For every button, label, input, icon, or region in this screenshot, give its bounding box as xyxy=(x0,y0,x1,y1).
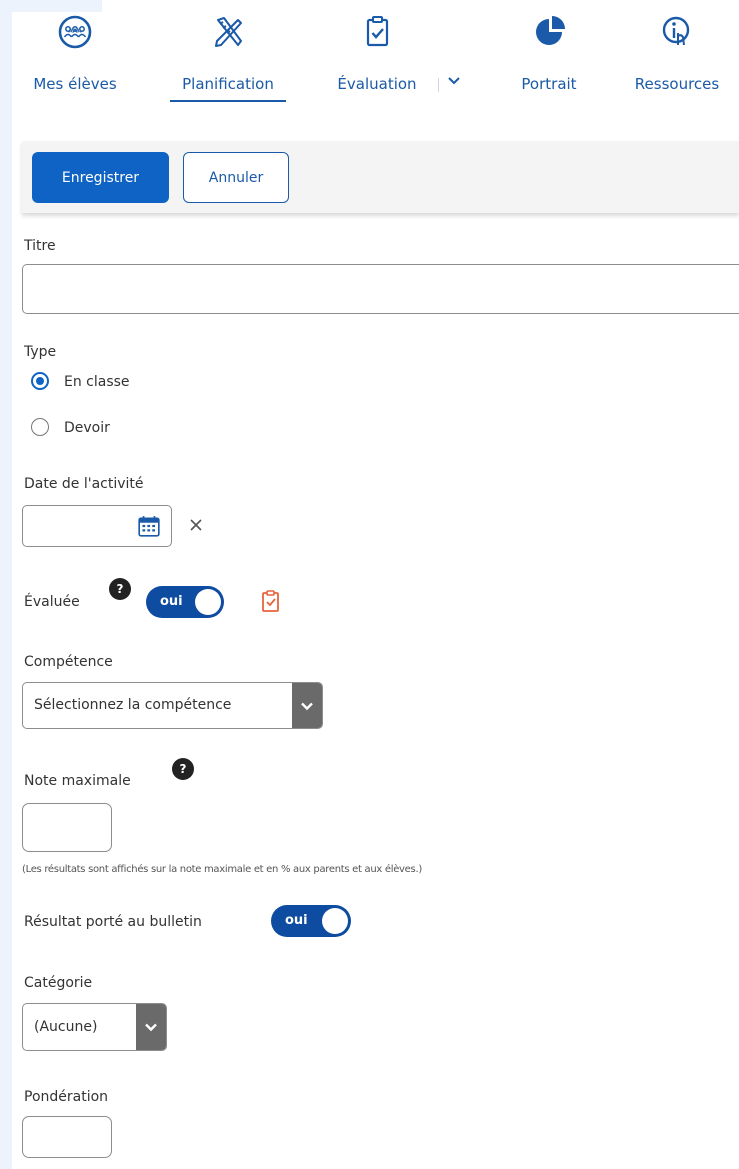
max-grade-help-icon[interactable]: ? xyxy=(172,758,194,780)
radio-en-classe[interactable] xyxy=(31,372,49,390)
nav-item-portrait[interactable]: Portrait xyxy=(506,0,592,110)
type-label: Type xyxy=(24,344,57,360)
toggle-label: oui xyxy=(285,913,308,928)
competence-select-button[interactable] xyxy=(292,683,322,728)
competence-select[interactable]: Sélectionnez la compétence xyxy=(22,682,323,729)
students-icon: ᴬᴬᴬ xyxy=(58,15,92,49)
close-icon[interactable] xyxy=(189,518,203,532)
cancel-button[interactable]: Annuler xyxy=(183,152,289,203)
max-grade-hint: (Les résultats sont affichés sur la note… xyxy=(22,864,422,875)
toggle-knob xyxy=(195,589,221,615)
evaluated-help-icon[interactable]: ? xyxy=(109,578,131,600)
clipboard-check-icon[interactable] xyxy=(260,589,282,613)
title-input[interactable] xyxy=(22,264,739,314)
title-label: Titre xyxy=(24,238,56,254)
radio-devoir[interactable] xyxy=(31,418,49,436)
nav-label: Planification xyxy=(182,75,274,93)
radio-en-classe-label[interactable]: En classe xyxy=(64,374,130,390)
category-label: Catégorie xyxy=(24,975,93,991)
weight-label: Pondération xyxy=(24,1089,109,1105)
nav-label: Portrait xyxy=(521,75,577,93)
nav-separator xyxy=(438,78,439,92)
category-select[interactable]: (Aucune) xyxy=(22,1003,167,1051)
pencil-ruler-icon xyxy=(215,17,242,47)
nav-label: Ressources xyxy=(634,75,720,93)
competence-label: Compétence xyxy=(24,654,113,670)
nav-item-mes-eleves[interactable]: ᴬᴬᴬ Mes élèves xyxy=(22,0,128,110)
category-select-value: (Aucune) xyxy=(34,1019,98,1035)
category-select-button[interactable] xyxy=(136,1004,166,1050)
toggle-knob xyxy=(322,908,348,934)
clipboard-check-icon xyxy=(366,16,389,47)
active-tab-indicator xyxy=(170,100,286,102)
left-panel-edge xyxy=(0,0,12,1169)
radio-devoir-label[interactable]: Devoir xyxy=(64,420,110,436)
nav-label: Mes élèves xyxy=(33,75,117,93)
evaluated-label: Évaluée xyxy=(24,594,80,610)
chevron-down-icon xyxy=(145,1023,157,1032)
chevron-down-icon xyxy=(301,702,313,711)
weight-input[interactable] xyxy=(22,1116,112,1158)
nav-item-ressources[interactable]: Ressources xyxy=(622,0,732,110)
report-toggle[interactable]: oui xyxy=(271,905,351,937)
toggle-label: oui xyxy=(160,594,183,609)
pie-chart-icon xyxy=(536,16,565,45)
max-grade-input[interactable] xyxy=(22,803,112,852)
nav-item-evaluation[interactable]: Évaluation xyxy=(326,0,428,110)
save-button[interactable]: Enregistrer xyxy=(32,152,169,203)
chevron-down-icon[interactable] xyxy=(446,72,462,88)
date-label: Date de l'activité xyxy=(24,476,144,492)
nav-label: Évaluation xyxy=(337,75,417,93)
max-grade-label: Note maximale xyxy=(24,773,131,789)
info-hand-icon xyxy=(662,16,690,46)
report-label: Résultat porté au bulletin xyxy=(24,914,202,930)
evaluated-toggle[interactable]: oui xyxy=(146,586,224,618)
competence-select-value: Sélectionnez la compétence xyxy=(34,697,232,713)
calendar-icon[interactable] xyxy=(137,514,161,538)
nav-item-planification[interactable]: Planification xyxy=(170,0,286,110)
